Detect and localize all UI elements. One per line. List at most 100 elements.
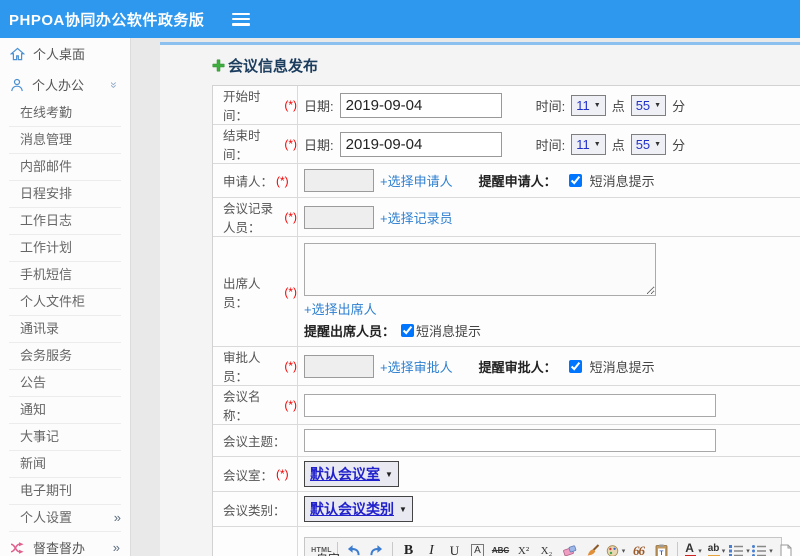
remind-applicant-label: 提醒申请人： xyxy=(478,174,557,189)
blockquote-button[interactable]: 66 xyxy=(627,540,650,556)
html-source-button[interactable]: HTML xyxy=(310,540,333,556)
format-painter-button[interactable] xyxy=(581,540,604,556)
sidebar-item-events[interactable]: 大事记 xyxy=(9,424,121,451)
chevron-down-icon: ▼ xyxy=(654,140,662,148)
highlight-color-button[interactable]: ab ▾ xyxy=(705,540,728,556)
select-recorder-link[interactable]: +选择记录员 xyxy=(380,208,453,227)
chevron-right-icon: » xyxy=(113,510,121,525)
unordered-list-button[interactable]: ▾ xyxy=(751,540,774,556)
remind-attendees-label: 提醒出席人员： xyxy=(304,324,396,339)
field-label: 会议室： (*) xyxy=(213,457,298,491)
sidebar-item-internal-mail[interactable]: 内部邮件 xyxy=(9,154,121,181)
chevron-down-icon: ▼ xyxy=(593,140,601,148)
chevron-down-icon: ▾ xyxy=(698,547,702,555)
sidebar-item-attendance[interactable]: 在线考勤 xyxy=(9,100,121,127)
chevron-down-icon: » xyxy=(107,81,121,88)
chevron-down-icon: ▾ xyxy=(721,547,726,555)
select-applicant-link[interactable]: +选择申请人 xyxy=(380,171,453,190)
italic-button[interactable]: I xyxy=(420,540,443,556)
strikethrough-button[interactable]: ABC xyxy=(489,540,512,556)
form-row-attendees: 出席人员： (*) +选择出席人 提醒出席人员： 短消息提示 xyxy=(213,237,800,347)
sidebar-item-supervise[interactable]: 督查督办 » xyxy=(0,532,130,556)
sidebar-item-label: 个人办公 xyxy=(32,78,85,93)
required-mark: (*) xyxy=(284,284,297,299)
form-row-end-time: 结束时间：(*) 日期: 时间: 11▼ 点 55▼ 分 xyxy=(213,125,800,164)
form-row-start-time: 开始时间：(*) 日期: 时间: 11▼ 点 55▼ 分 xyxy=(213,86,800,125)
bold-button[interactable]: B xyxy=(397,540,420,556)
remind-approver-checkbox[interactable] xyxy=(568,359,582,373)
required-mark: (*) xyxy=(284,137,297,151)
meeting-room-select[interactable]: 默认会议室 ▼ xyxy=(304,461,399,487)
sms-tip-label: 短消息提示 xyxy=(416,324,482,339)
meeting-topic-input[interactable] xyxy=(304,429,716,452)
sidebar-item-meeting-service[interactable]: 会务服务 xyxy=(9,343,121,370)
undo-icon xyxy=(347,545,360,556)
start-hour-select[interactable]: 11 ▼ xyxy=(571,94,606,116)
start-date-input[interactable] xyxy=(339,92,502,118)
sidebar-item-office[interactable]: 个人办公 » xyxy=(0,69,130,100)
eraser-icon xyxy=(562,544,576,556)
meeting-name-input[interactable] xyxy=(304,393,716,417)
remind-attendees-checkbox[interactable] xyxy=(401,324,415,337)
end-date-input[interactable] xyxy=(339,131,502,157)
chevron-down-icon: ▼ xyxy=(399,504,407,514)
sidebar-item-e-journal[interactable]: 电子期刊 xyxy=(9,478,121,505)
start-minute-select[interactable]: 55 ▼ xyxy=(630,94,667,116)
meeting-type-select[interactable]: 默认会议类别 ▼ xyxy=(304,496,413,522)
redo-button[interactable] xyxy=(365,540,388,556)
sidebar-item-sms[interactable]: 手机短信 xyxy=(9,262,121,289)
ordered-list-icon xyxy=(729,545,744,556)
undo-button[interactable] xyxy=(342,540,365,556)
remind-applicant-checkbox[interactable] xyxy=(568,174,582,187)
sidebar-item-schedule[interactable]: 日程安排 xyxy=(9,181,121,208)
chevron-down-icon: ▼ xyxy=(654,101,662,109)
chevron-down-icon: ▾ xyxy=(621,547,626,555)
field-label: 开始时间： (*) xyxy=(213,86,298,124)
approver-input[interactable] xyxy=(304,354,374,378)
hamburger-menu-icon[interactable] xyxy=(232,12,251,26)
sidebar-item-personal-settings[interactable]: 个人设置 » xyxy=(9,505,121,532)
field-label: 结束时间： (*) xyxy=(213,125,298,163)
field-label: 会议类别： xyxy=(213,492,298,526)
sidebar-item-desktop[interactable]: 个人桌面 xyxy=(0,38,130,69)
color-palette-button[interactable]: ▾ xyxy=(604,540,627,556)
subscript-button[interactable]: X₂ xyxy=(535,540,558,556)
sidebar-item-announcement[interactable]: 公告 xyxy=(9,370,121,397)
date-label: 日期: xyxy=(304,137,334,153)
end-minute-select[interactable]: 55 ▼ xyxy=(630,133,667,155)
required-mark: (*) xyxy=(284,98,297,112)
sidebar-item-news[interactable]: 新闻 xyxy=(9,451,121,478)
sidebar: 个人桌面 个人办公 » 在线考勤 消息管理 内部邮件 日程安排 工作日志 工作计… xyxy=(0,38,131,556)
add-plus-icon xyxy=(212,59,225,71)
ordered-list-button[interactable]: ▾ xyxy=(728,540,751,556)
end-hour-select[interactable]: 11 ▼ xyxy=(571,133,606,155)
required-mark: (*) xyxy=(284,359,297,373)
sidebar-item-contacts[interactable]: 通讯录 xyxy=(9,316,121,343)
app-window: PHPOA协同办公软件政务版 个人桌面 个人办公 » 在线考勤 消息管理 内部邮… xyxy=(0,0,800,556)
brush-icon xyxy=(587,544,599,556)
font-color-button[interactable]: A ▾ xyxy=(682,540,705,556)
select-approver-link[interactable]: +选择审批人 xyxy=(380,357,453,376)
sidebar-item-notice[interactable]: 通知 xyxy=(9,397,121,424)
attendees-textarea[interactable] xyxy=(304,243,656,296)
sms-tip-label: 短消息提示 xyxy=(589,174,655,189)
superscript-button[interactable]: X² xyxy=(512,540,535,556)
time-label: 时间: xyxy=(535,98,566,114)
sidebar-item-work-plan[interactable]: 工作计划 xyxy=(9,235,121,262)
sidebar-item-file-cabinet[interactable]: 个人文件柜 xyxy=(9,289,121,316)
recorder-input[interactable] xyxy=(304,205,374,229)
svg-text:T: T xyxy=(660,550,664,556)
applicant-input[interactable] xyxy=(304,169,374,192)
top-bar: PHPOA协同办公软件政务版 xyxy=(0,0,800,38)
field-label: 出席人员： (*) xyxy=(213,237,298,346)
font-style-button[interactable]: A xyxy=(466,540,489,556)
form-row-content-editor: HTML B I U A ABC X² X₂ ▾ 66 T A ▾ ab ▾ ▾… xyxy=(213,527,800,556)
sidebar-submenu: 在线考勤 消息管理 内部邮件 日程安排 工作日志 工作计划 手机短信 个人文件柜… xyxy=(0,100,130,532)
select-attendees-link[interactable]: +选择出席人 xyxy=(304,299,377,318)
new-document-button[interactable] xyxy=(774,540,797,556)
underline-button[interactable]: U xyxy=(443,540,466,556)
sidebar-item-work-log[interactable]: 工作日志 xyxy=(9,208,121,235)
sidebar-item-messages[interactable]: 消息管理 xyxy=(9,127,121,154)
paste-text-button[interactable]: T xyxy=(650,540,673,556)
remove-format-button[interactable] xyxy=(558,540,581,556)
